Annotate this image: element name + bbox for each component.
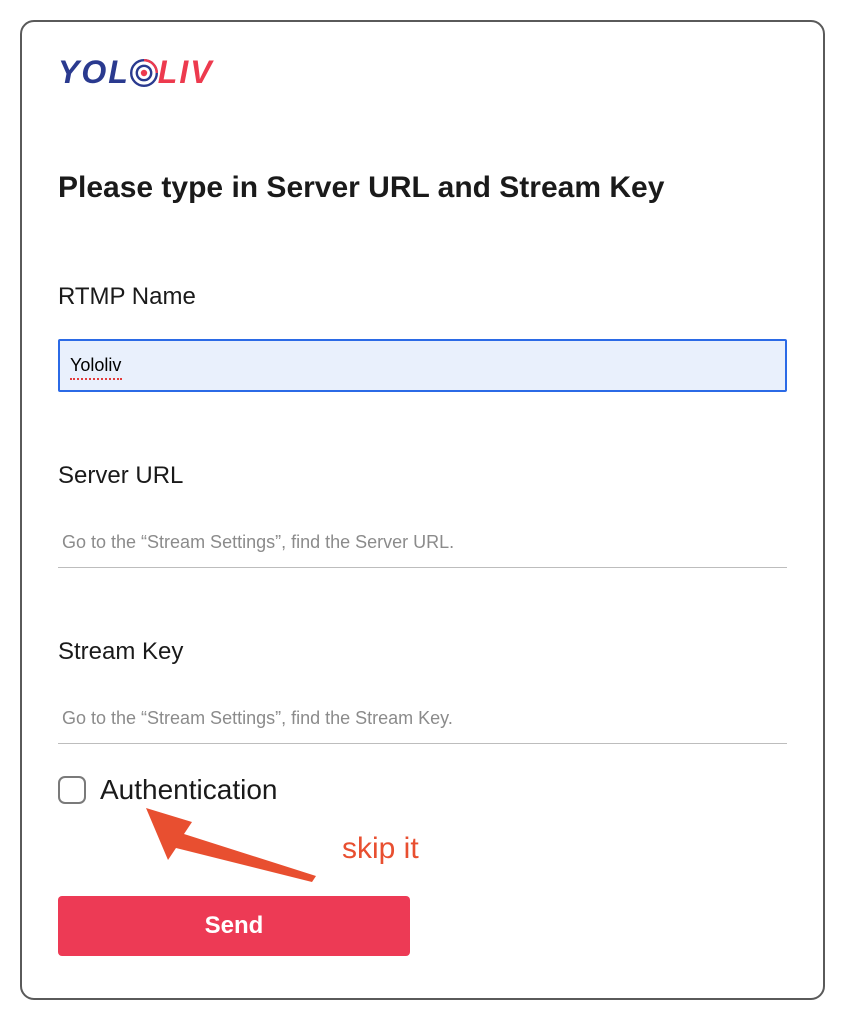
target-icon: [128, 57, 160, 89]
server-url-group: Server URL: [58, 462, 787, 568]
stream-key-label: Stream Key: [58, 638, 787, 666]
logo-text-left: YOL: [58, 54, 130, 91]
authentication-row: Authentication skip it: [58, 774, 787, 806]
authentication-checkbox[interactable]: [58, 776, 86, 804]
rtmp-settings-panel: YOL LIV Please type in Server URL and St…: [20, 20, 825, 1000]
stream-key-group: Stream Key: [58, 638, 787, 744]
logo-text-right: LIV: [158, 54, 214, 91]
authentication-label: Authentication: [100, 774, 277, 806]
yololiv-logo: YOL LIV: [58, 54, 787, 91]
rtmp-name-group: RTMP Name: [58, 283, 787, 462]
server-url-label: Server URL: [58, 462, 787, 490]
page-title: Please type in Server URL and Stream Key: [58, 171, 787, 205]
send-button[interactable]: Send: [58, 896, 410, 956]
annotation-arrow-icon: [146, 808, 326, 893]
rtmp-name-input[interactable]: [58, 339, 787, 392]
rtmp-name-label: RTMP Name: [58, 283, 787, 311]
server-url-input[interactable]: [58, 518, 787, 568]
stream-key-input[interactable]: [58, 694, 787, 744]
annotation-text: skip it: [342, 832, 419, 866]
